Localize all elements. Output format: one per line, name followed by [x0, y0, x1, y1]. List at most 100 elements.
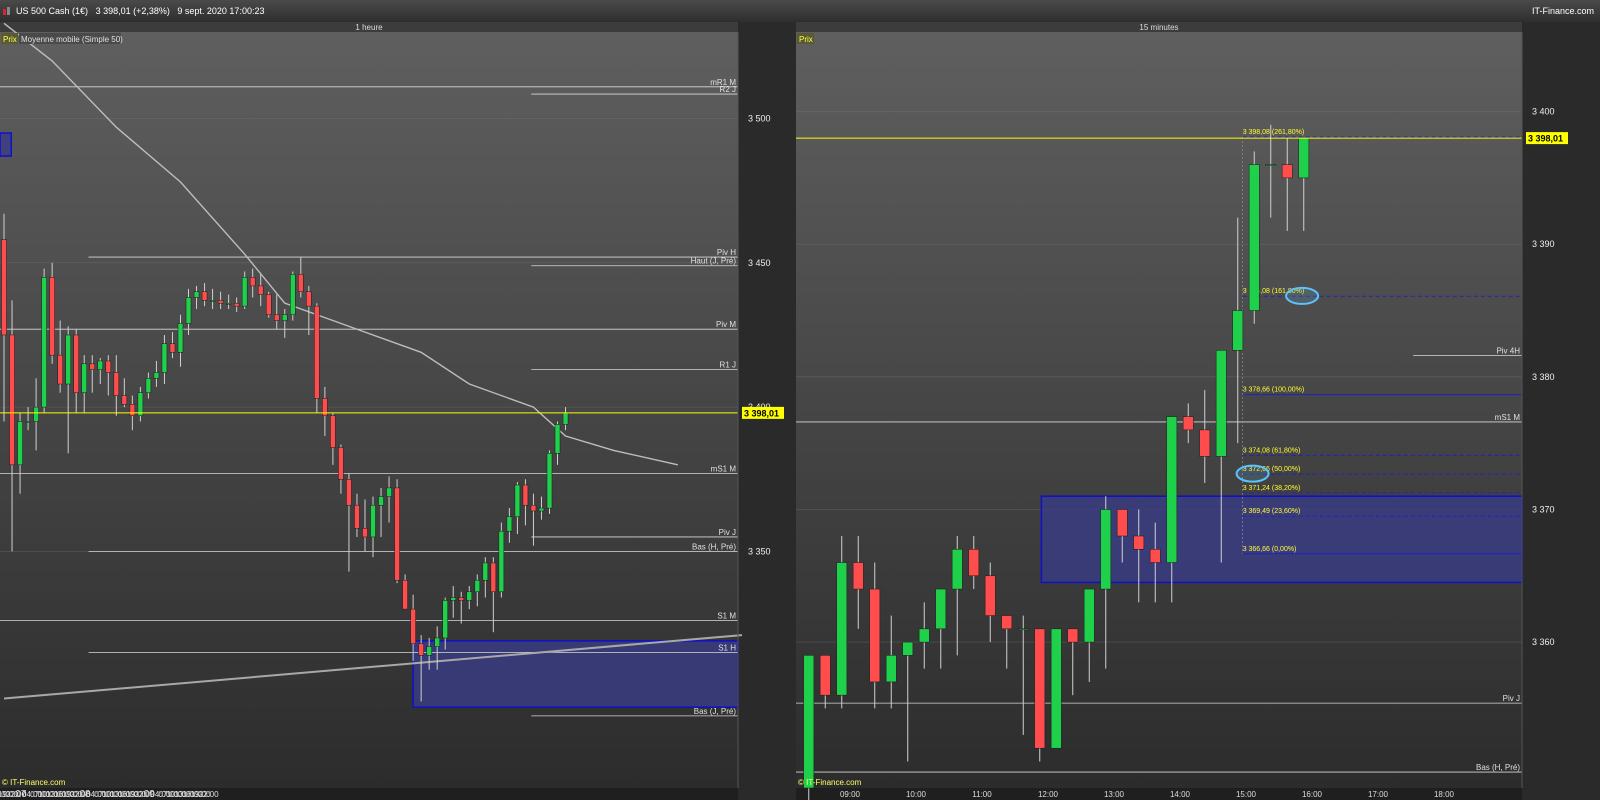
candle-body — [410, 608, 416, 644]
candle-body — [209, 300, 216, 302]
candle-body — [290, 274, 296, 316]
candle[interactable] — [546, 450, 553, 514]
candle-body — [105, 360, 112, 373]
fibonacci-label: 3 374,08 (61,80%) — [1243, 447, 1301, 454]
y-tick-label: 3 450 — [748, 258, 771, 268]
candle-body — [1017, 628, 1029, 631]
pivot-level-label: Bas (H, Pré) — [1476, 763, 1520, 772]
candle-body — [193, 291, 200, 298]
candle-body — [346, 479, 352, 506]
candle-body — [314, 305, 320, 399]
y-tick-label: 3 360 — [1532, 637, 1555, 647]
candle-body — [1, 239, 7, 336]
candle-body — [506, 516, 513, 532]
candle-body — [458, 597, 464, 601]
candle-body — [1298, 137, 1310, 179]
x-tick-label: 10:00 — [906, 790, 927, 799]
moving-average-tag: Moyenne mobile (Simple 50) — [21, 35, 123, 44]
candle-body — [546, 453, 553, 509]
candle-body — [17, 421, 23, 466]
pivot-level-label: Haut (J, Pré) — [691, 257, 737, 266]
candle-body — [386, 487, 392, 497]
candle[interactable] — [241, 271, 248, 310]
candle[interactable] — [498, 522, 505, 598]
candle-body — [482, 562, 489, 581]
supply-demand-zone[interactable] — [0, 132, 12, 157]
candle-body — [522, 484, 529, 506]
candle-body — [378, 496, 384, 506]
candle-body — [902, 641, 914, 656]
candle-body — [1265, 164, 1277, 166]
candle-body — [1166, 416, 1178, 563]
x-tick-label: 14:00 — [1170, 790, 1191, 799]
candle[interactable] — [1034, 628, 1046, 762]
candle-body — [41, 277, 47, 408]
candle[interactable] — [314, 303, 320, 413]
time-axis — [796, 788, 1522, 800]
x-tick-label: 22:00 — [199, 790, 220, 799]
candle[interactable] — [290, 271, 296, 321]
highlight-ellipse[interactable] — [1235, 464, 1270, 483]
candle-body — [1199, 429, 1211, 457]
candle-body — [1067, 628, 1079, 643]
price-tag: Prix — [3, 35, 17, 44]
candle[interactable] — [1050, 628, 1062, 749]
candle-body — [1050, 628, 1062, 749]
candle-body — [935, 588, 947, 630]
candle[interactable] — [265, 291, 272, 318]
candle-body — [9, 334, 15, 466]
pivot-level-label: Piv 4H — [1496, 347, 1520, 356]
supply-demand-zone[interactable] — [412, 640, 739, 708]
candle-body — [81, 363, 87, 393]
candle-body — [836, 562, 848, 696]
instrument-info: US 500 Cash (1€) 3 398,01 (+2,38%) 9 sep… — [16, 6, 264, 16]
pivot-level-label: Piv J — [719, 528, 736, 537]
instrument-name: US 500 Cash (1€) — [16, 6, 89, 16]
candle-body — [233, 302, 240, 307]
candle-body — [474, 579, 481, 593]
candle-body — [1182, 416, 1194, 431]
y-tick-label: 3 350 — [748, 546, 771, 556]
candle-body — [249, 277, 256, 287]
candle[interactable] — [394, 479, 400, 584]
plot-area[interactable] — [796, 32, 1522, 788]
pivot-level-label: R2 J — [720, 85, 736, 94]
chart-15m[interactable]: 15 minutes 3 400 3 390 3 380 3 370 3 360 09:00… — [796, 22, 1600, 800]
candle-body — [852, 562, 864, 590]
y-tick-label: 3 370 — [1532, 504, 1555, 514]
x-tick-label: 18:00 — [1434, 790, 1455, 799]
candle-body — [562, 412, 569, 425]
candle-body — [298, 274, 304, 292]
candle-body — [57, 354, 63, 385]
chart-1h[interactable]: 1 heure3 5003 4503 4003 35016:0019:0022:… — [0, 22, 796, 800]
candle[interactable] — [49, 262, 55, 364]
candle-body — [530, 504, 537, 512]
candle-body — [869, 588, 881, 683]
pivot-level-label: mS1 M — [1495, 413, 1521, 422]
candle-body — [803, 655, 815, 789]
pivot-level-label: Bas (J, Pré) — [694, 707, 737, 716]
candle-body — [354, 504, 360, 529]
candle-body — [466, 591, 473, 601]
x-tick-label: 17:00 — [1368, 790, 1389, 799]
candle-body — [201, 291, 208, 301]
candle-body — [514, 484, 521, 518]
candle-body — [49, 277, 55, 356]
candle-body — [1100, 509, 1112, 590]
highlight-ellipse[interactable] — [1285, 286, 1320, 305]
candle-body — [1133, 535, 1145, 550]
candle-body — [338, 447, 344, 480]
timeframe-label: 15 minutes — [1139, 23, 1178, 32]
candle-body — [25, 421, 31, 423]
candle-body — [257, 285, 264, 295]
candle-body — [145, 378, 152, 393]
candle-body — [426, 646, 432, 656]
candle-body — [370, 504, 376, 538]
candle-body — [241, 277, 248, 307]
x-tick-label: 13:00 — [1104, 790, 1125, 799]
current-price-label: 3 398,01 — [744, 408, 779, 418]
candle[interactable] — [1248, 151, 1260, 324]
y-tick-label: 3 390 — [1532, 239, 1555, 249]
candle[interactable] — [41, 268, 47, 413]
candle-body — [490, 562, 497, 593]
